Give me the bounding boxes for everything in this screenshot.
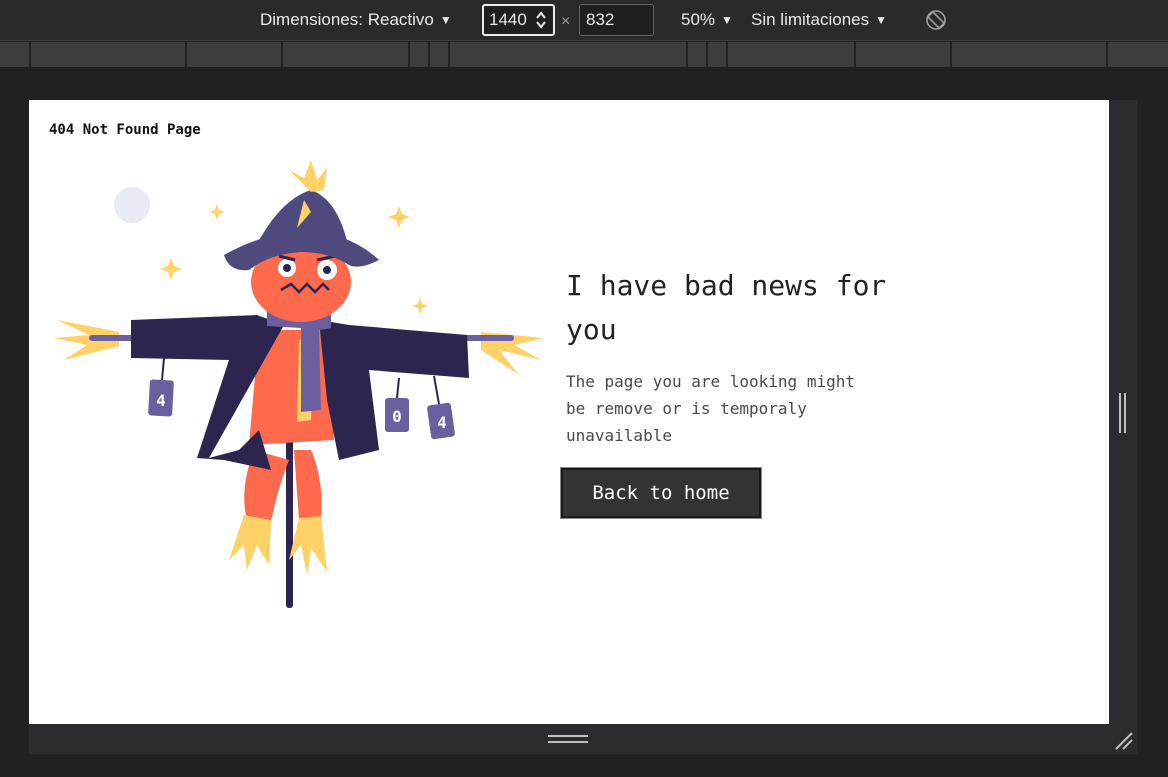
moon-icon [114,187,150,223]
can-icon: 4 [427,375,455,440]
zoom-label: 50% [681,10,716,29]
width-input[interactable]: 1440 [482,4,555,36]
throttle-dropdown[interactable]: Sin limitaciones ▼ [751,0,887,40]
rotate-icon[interactable] [924,8,948,32]
times-symbol: × [561,13,571,30]
device-viewport: 404 Not Found Page 4 0 4 I have bad news… [29,100,1109,724]
scarecrow-illustration: 4 0 4 [54,160,544,608]
can-digit: 4 [437,413,447,432]
spinner-arrows-icon[interactable] [536,9,546,31]
throttle-label: Sin limitaciones [751,10,870,29]
height-input[interactable]: 832 [579,4,654,36]
corner-resize-icon[interactable] [1112,729,1134,751]
bottom-resize-handle[interactable] [29,724,1137,754]
can-icon: 4 [148,357,174,417]
right-resize-handle[interactable] [1109,100,1137,724]
can-digit: 0 [392,407,402,426]
width-value: 1440 [489,10,527,29]
dimensions-dropdown[interactable]: Dimensiones: Reactivo ▼ [260,0,452,40]
chevron-down-icon: ▼ [721,13,733,27]
chevron-down-icon: ▼ [439,13,452,27]
page-title: 404 Not Found Page [49,122,201,138]
error-message: The page you are looking might be remove… [566,372,855,445]
media-query-ruler[interactable] [0,42,1168,67]
back-to-home-button[interactable]: Back to home [560,467,762,519]
can-icon: 0 [385,377,409,432]
height-value: 832 [586,10,615,29]
dimensions-label: Dimensiones: Reactivo [260,10,434,29]
can-digit: 4 [156,391,166,410]
zoom-dropdown[interactable]: 50% ▼ [681,0,733,40]
error-headline: I have bad news for you [566,269,887,346]
chevron-down-icon: ▼ [875,13,887,27]
device-toolbar: Dimensiones: Reactivo ▼ 1440 × 832 50% ▼ S… [0,0,1168,41]
